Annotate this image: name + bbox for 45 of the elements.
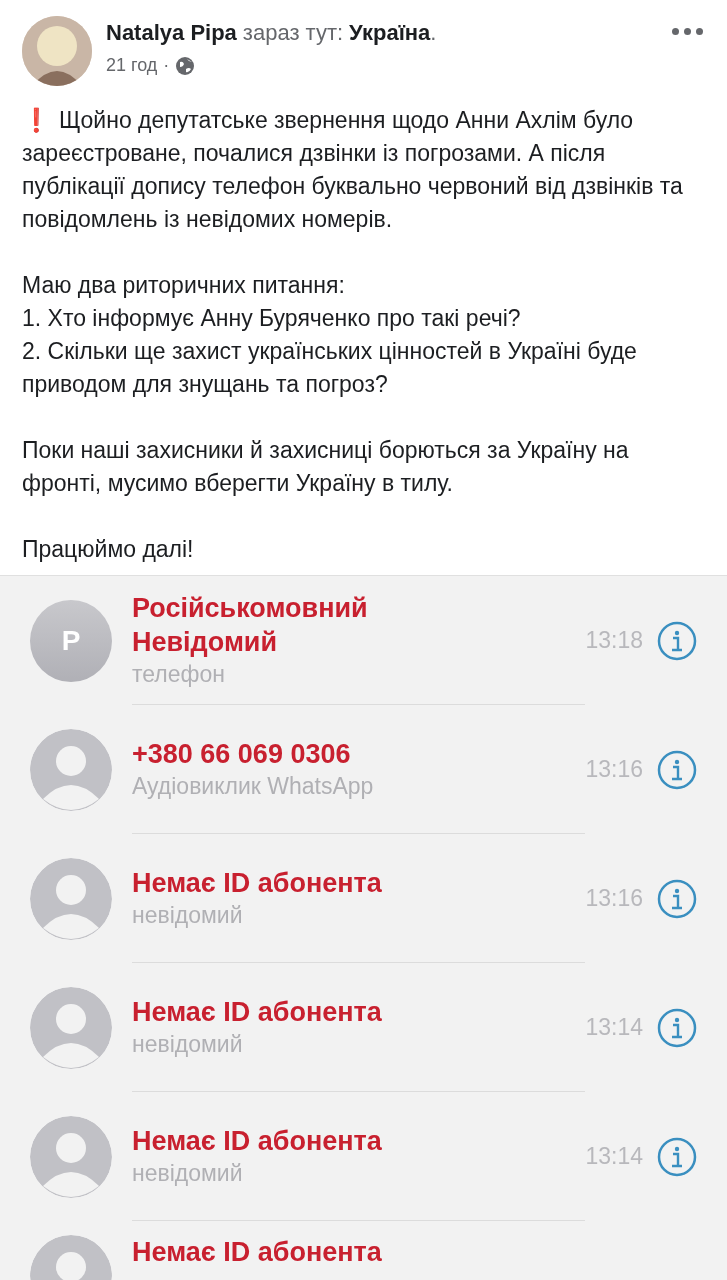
author-name[interactable]: Natalya Pipa [106, 18, 237, 48]
call-type: телефон [132, 660, 226, 689]
info-icon[interactable] [657, 878, 697, 919]
call-time: 13:14 [585, 1013, 643, 1043]
more-options-icon[interactable] [672, 28, 703, 35]
call-time: 13:16 [585, 755, 643, 785]
post-time[interactable]: 21 год [106, 52, 158, 79]
call-type: невідомий [132, 1159, 244, 1188]
call-log-row[interactable]: P Російськомовний Невідомий телефон 13:18 [0, 576, 727, 705]
person-avatar-icon [30, 986, 112, 1069]
call-log-row[interactable]: +380 66 069 0306 Аудіовиклик WhatsApp 13:16 [0, 705, 727, 834]
call-log-row[interactable]: Немає ID абонента невідомий 13:14 [0, 963, 727, 1092]
person-avatar-icon [30, 728, 112, 811]
call-log-row[interactable]: Немає ID абонента невідомий 13:14 [0, 1092, 727, 1221]
caller-name: Немає ID абонента [132, 867, 383, 900]
caller-name: +380 66 069 0306 [132, 738, 352, 771]
caller-name: Немає ID абонента [132, 996, 383, 1029]
call-time: 13:16 [585, 884, 643, 914]
call-log-row[interactable]: Немає ID абонента [0, 1221, 727, 1280]
post-text: Маю два риторичних питання: 1. Хто інформує Анну Буряченко про такі речі? 2. Скільки ще захист українських цінностей в Україні буде приводом для знущань та погроз? [22, 271, 638, 399]
caller-name: Немає ID абонента [132, 1125, 383, 1158]
contact-avatar: P [30, 599, 112, 682]
info-icon[interactable] [657, 1136, 697, 1177]
globe-icon [175, 55, 196, 76]
call-time: 13:18 [585, 626, 643, 656]
person-avatar-icon [30, 857, 112, 940]
call-type: невідомий [132, 1030, 244, 1059]
caller-name: Російськомовний Невідомий [132, 592, 369, 659]
person-avatar-icon [30, 1115, 112, 1198]
separator: · [163, 54, 170, 77]
info-icon[interactable] [657, 620, 697, 661]
punctuation: . [430, 19, 437, 47]
call-type: невідомий [132, 901, 244, 930]
info-icon[interactable] [657, 1007, 697, 1048]
info-icon[interactable] [657, 749, 697, 790]
location-link[interactable]: Україна [349, 18, 431, 48]
call-type: Аудіовиклик WhatsApp [132, 772, 375, 801]
post-text: ❗ Щойно депутатське звернення щодо Анни Ахлім було зареєстроване, почалися дзвінки із погрозами. А після публікації допису телефон буквально червоний від дзвінків та повідомлень із невідомих номерів. [22, 106, 684, 234]
caller-name: Немає ID абонента [132, 1236, 383, 1269]
exclamation-icon: ❗ [22, 107, 51, 133]
location-label: зараз тут: [242, 19, 344, 47]
post-text: Поки наші захисники й захисниці борються за Україну на фронті, мусимо вберегти Україну в тилу. [22, 436, 630, 498]
call-log-row[interactable]: Немає ID абонента невідомий 13:16 [0, 834, 727, 963]
call-time: 13:14 [585, 1142, 643, 1172]
post-text: Працюймо далі! [22, 535, 195, 564]
